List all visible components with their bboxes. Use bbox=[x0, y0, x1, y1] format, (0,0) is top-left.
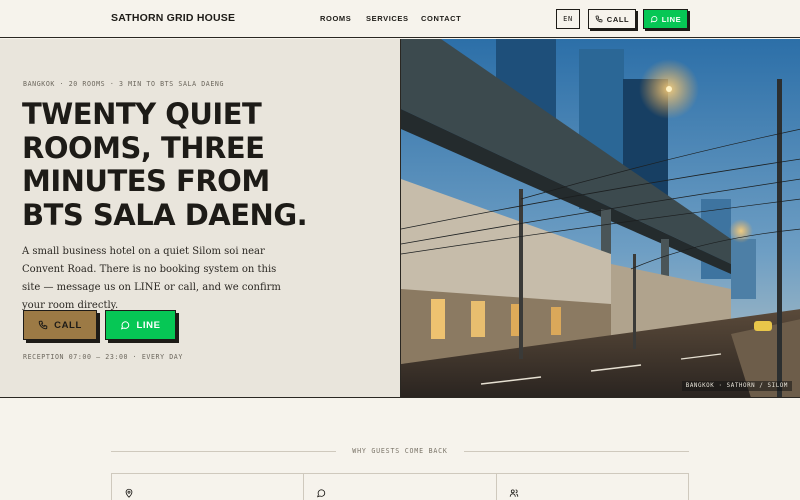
hero-photo: BANGKOK · SATHORN / SILOM bbox=[400, 39, 800, 398]
hero-line-button[interactable]: LINE bbox=[105, 310, 176, 340]
header-line-label: LINE bbox=[661, 14, 682, 24]
hero-call-label: CALL bbox=[54, 319, 82, 331]
site-header: SATHORN GRID HOUSE ROOMS SERVICES CONTAC… bbox=[0, 0, 800, 38]
nav-contact[interactable]: CONTACT bbox=[421, 14, 461, 23]
phone-icon bbox=[595, 15, 603, 23]
hero-title-line: ROOMS, THREE bbox=[22, 130, 265, 165]
phone-icon bbox=[38, 320, 48, 330]
header-line-button[interactable]: LINE bbox=[643, 9, 688, 29]
why-card-contact bbox=[304, 474, 497, 500]
chat-icon bbox=[317, 489, 326, 498]
map-pin-icon bbox=[125, 488, 133, 498]
hero-title-line: BTS SALA DAENG. bbox=[22, 197, 308, 232]
chat-icon bbox=[650, 16, 658, 23]
language-button[interactable]: EN bbox=[556, 9, 580, 29]
hero-title: TWENTY QUIET ROOMS, THREE MINUTES FROM B… bbox=[22, 97, 392, 232]
header-call-button[interactable]: CALL bbox=[588, 9, 636, 29]
photo-caption: BANGKOK · SATHORN / SILOM bbox=[681, 381, 792, 391]
hero-title-line: TWENTY QUIET bbox=[22, 97, 262, 131]
language-label: EN bbox=[563, 15, 573, 23]
hero-eyebrow: BANGKOK · 20 ROOMS · 3 MIN TO BTS SALA D… bbox=[23, 80, 225, 88]
brand-logo[interactable]: SATHORN GRID HOUSE bbox=[111, 12, 235, 24]
users-icon bbox=[509, 489, 518, 497]
header-call-label: CALL bbox=[606, 14, 630, 24]
chat-icon bbox=[121, 321, 130, 330]
why-card-location bbox=[112, 474, 305, 500]
street-scene-image bbox=[401, 39, 800, 397]
reception-hours: RECEPTION 07:00 – 23:00 · EVERY DAY bbox=[23, 353, 183, 361]
hero-title-line: MINUTES FROM bbox=[22, 164, 270, 198]
why-section-heading: WHY GUESTS COME BACK bbox=[111, 446, 689, 456]
why-label: WHY GUESTS COME BACK bbox=[352, 447, 448, 455]
hero-description: A small business hotel on a quiet Silom … bbox=[22, 246, 281, 311]
why-cards bbox=[111, 473, 689, 500]
hero-call-button[interactable]: CALL bbox=[23, 310, 97, 340]
hero-line-label: LINE bbox=[136, 319, 161, 331]
why-card-guests bbox=[497, 474, 688, 500]
nav-rooms[interactable]: ROOMS bbox=[320, 14, 351, 23]
nav-services[interactable]: SERVICES bbox=[366, 14, 409, 23]
